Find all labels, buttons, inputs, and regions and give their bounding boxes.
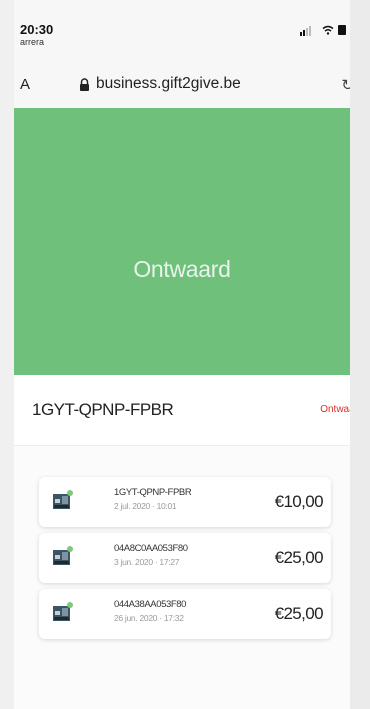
voucher-code: 1GYT-QPNP-FPBR (32, 400, 174, 419)
transaction-date: 2 jul. 2020 · 10:01 (114, 501, 177, 511)
voucher-image-icon (53, 490, 73, 509)
transaction-amount: €10,00 (274, 492, 324, 511)
url-text[interactable]: business.gift2give.be (96, 75, 241, 93)
status-hero-banner: Ontwaard (14, 108, 350, 375)
device-bezel (349, 0, 370, 709)
wifi-icon (322, 25, 334, 38)
battery-icon (338, 25, 346, 35)
transaction-date: 26 jun. 2020 · 17:32 (114, 613, 184, 623)
reader-aa-button[interactable]: A (20, 76, 30, 93)
phone-screen: 20:30 arrera A business.gift2give.be ↻ O… (14, 0, 350, 709)
status-carrier: arrera (20, 37, 45, 47)
transaction-card[interactable]: 1GYT-QPNP-FPBR 2 jul. 2020 · 10:01 €10,0… (39, 477, 331, 527)
signal-icon (300, 24, 314, 36)
status-bar: 20:30 arrera (14, 0, 350, 62)
browser-address-bar[interactable]: A business.gift2give.be ↻ (14, 62, 350, 109)
voucher-status-link[interactable]: Ontwaar (320, 404, 350, 415)
transaction-code: 04A8C0AA053F80 (114, 543, 188, 554)
transaction-card[interactable]: 044A38AA053F80 26 jun. 2020 · 17:32 €25,… (39, 589, 331, 639)
hero-title: Ontwaard (133, 256, 231, 282)
transaction-amount: €25,00 (274, 604, 324, 623)
transaction-code: 1GYT-QPNP-FPBR (114, 487, 192, 498)
voucher-code-row: 1GYT-QPNP-FPBR Ontwaar (14, 375, 350, 446)
lock-icon (80, 78, 89, 91)
transaction-list: 1GYT-QPNP-FPBR 2 jul. 2020 · 10:01 €10,0… (14, 446, 350, 709)
transaction-date: 3 jun. 2020 · 17:27 (114, 557, 180, 567)
voucher-image-icon (53, 602, 73, 621)
transaction-amount: €25,00 (274, 548, 324, 567)
transaction-card[interactable]: 04A8C0AA053F80 3 jun. 2020 · 17:27 €25,0… (39, 533, 331, 583)
reload-icon[interactable]: ↻ (341, 76, 350, 94)
device-frame: 20:30 arrera A business.gift2give.be ↻ O… (0, 0, 370, 709)
voucher-image-icon (53, 546, 73, 565)
status-time: 20:30 (20, 22, 54, 37)
transaction-code: 044A38AA053F80 (114, 599, 187, 610)
status-icons (300, 24, 348, 36)
